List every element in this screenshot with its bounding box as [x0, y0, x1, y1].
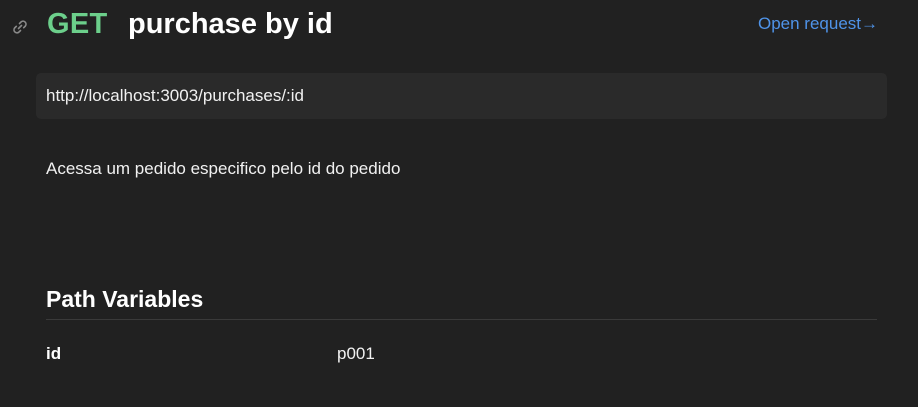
- path-variable-key: id: [46, 344, 62, 363]
- request-description: Acessa um pedido especifico pelo id do p…: [46, 159, 401, 178]
- request-url-box[interactable]: http://localhost:3003/purchases/:id: [36, 73, 887, 119]
- section-divider: [46, 319, 877, 320]
- request-title: purchase by id: [128, 8, 333, 40]
- path-variable-value: p001: [337, 344, 375, 363]
- request-doc-page: GET purchase by id Open request→ http://…: [0, 0, 918, 407]
- link-icon[interactable]: [10, 17, 30, 37]
- open-request-link[interactable]: Open request→: [758, 14, 878, 34]
- http-method-badge: GET: [47, 8, 108, 40]
- request-header: GET purchase by id Open request→: [0, 0, 918, 52]
- request-url: http://localhost:3003/purchases/:id: [46, 86, 304, 105]
- path-variables-heading: Path Variables: [46, 286, 204, 312]
